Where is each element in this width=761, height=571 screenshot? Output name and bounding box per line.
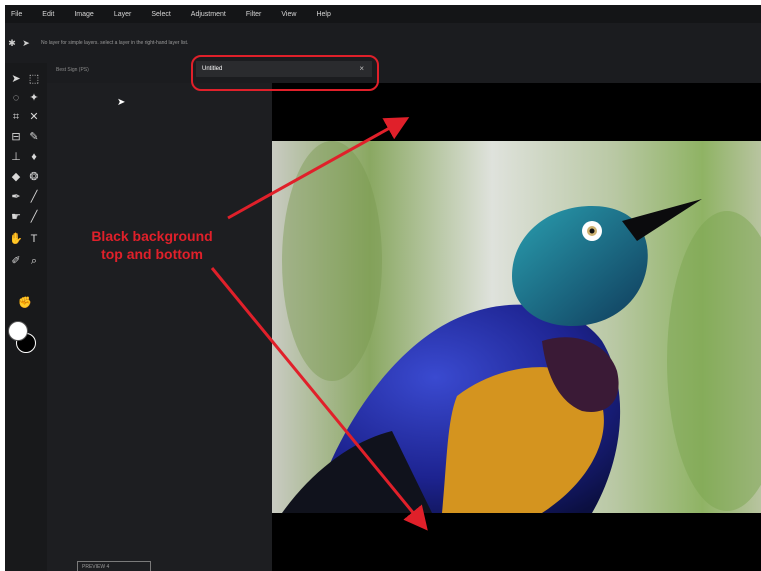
tab-highlight-box [191, 55, 379, 91]
options-bar: ✱ ➤ No layer for simple layers. select a… [5, 33, 761, 53]
options-hint: No layer for simple layers. select a lay… [41, 40, 189, 46]
settings-icon[interactable]: ✱ [5, 38, 19, 49]
menu-bar: File Edit Image Layer Select Adjustment … [5, 5, 761, 23]
menu-adjustment[interactable]: Adjustment [191, 11, 226, 18]
blur-icon[interactable]: ❂ [26, 169, 42, 185]
menu-view[interactable]: View [281, 11, 296, 18]
annotation-line-2: top and bottom [101, 246, 203, 262]
move-icon[interactable]: ➤ [8, 71, 24, 87]
pen-icon[interactable]: ✒ [8, 189, 24, 205]
smudge-icon[interactable]: ☛ [8, 209, 24, 225]
menu-select[interactable]: Select [151, 11, 170, 18]
fill-icon[interactable]: ♦ [26, 149, 42, 165]
eyedropper-icon[interactable]: ⊟ [8, 129, 24, 145]
clone-stamp-icon[interactable]: ⊥ [8, 149, 24, 165]
annotation-label: Black background top and bottom [69, 227, 235, 263]
move-arrow-icon[interactable]: ➤ [19, 38, 33, 49]
magic-wand-icon[interactable]: ✦ [26, 90, 42, 106]
canvas[interactable] [272, 83, 761, 571]
app-window: File Edit Image Layer Select Adjustment … [5, 5, 761, 571]
marquee-icon[interactable]: ⬚ [26, 71, 42, 87]
mouse-cursor-icon: ➤ [117, 97, 126, 108]
menu-layer[interactable]: Layer [114, 11, 132, 18]
brush-icon[interactable]: ✎ [26, 129, 42, 145]
line-icon[interactable]: ╱ [26, 189, 42, 205]
menu-filter[interactable]: Filter [246, 11, 262, 18]
menu-image[interactable]: Image [74, 11, 93, 18]
hand-pan-icon[interactable]: ✊ [17, 295, 33, 311]
foreground-color-swatch[interactable] [8, 321, 28, 341]
text-icon[interactable]: T [26, 231, 42, 247]
lasso-icon[interactable]: ◌ [8, 90, 24, 106]
menu-file[interactable]: File [11, 11, 22, 18]
tab-best-sign[interactable]: Best Sign (PS) [56, 67, 186, 73]
zoom-status-label: PREVIEW 4 [82, 564, 110, 570]
color-picker-icon[interactable]: ✐ [8, 253, 24, 269]
shape-icon[interactable]: ╱ [26, 209, 42, 225]
zoom-icon[interactable]: ⌕ [26, 253, 42, 269]
tool-panel: ➤ ⬚ ◌ ✦ ⌗ ✕ ⊟ ✎ ⊥ ♦ ◆ ❂ ✒ ╱ ☛ ╱ ✋ T ✐ ⌕ … [5, 63, 47, 571]
annotation-line-1: Black background [91, 228, 213, 244]
hand-icon[interactable]: ✋ [8, 231, 24, 247]
slice-icon[interactable]: ✕ [26, 109, 42, 125]
menu-edit[interactable]: Edit [42, 11, 54, 18]
workspace-left-area: ➤ PREVIEW 4 [47, 83, 272, 571]
menu-help[interactable]: Help [316, 11, 330, 18]
eraser-icon[interactable]: ◆ [8, 169, 24, 185]
bird-photo [272, 141, 761, 513]
crop-icon[interactable]: ⌗ [8, 109, 24, 125]
document-tabs: Best Sign (PS) Untitled × [48, 57, 761, 83]
zoom-status[interactable]: PREVIEW 4 [77, 561, 151, 571]
